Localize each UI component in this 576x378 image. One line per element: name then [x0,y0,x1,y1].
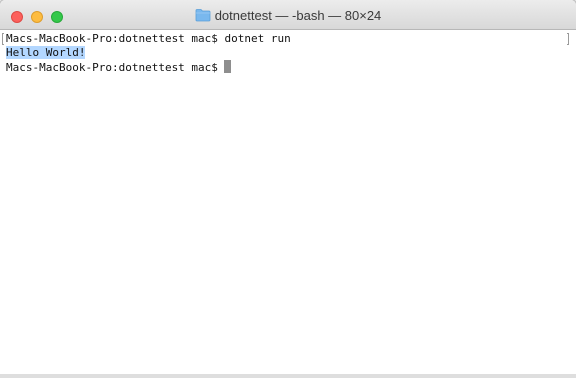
terminal-output[interactable]: Macs-MacBook-Pro:dotnettest mac$ dotnet … [0,31,576,376]
title-bar[interactable]: dotnettest — -bash — 80×24 [0,0,576,30]
prompt-text: Macs-MacBook-Pro:dotnettest mac$ [6,61,218,74]
line-mark-right [567,33,569,45]
terminal-line-output: Hello World! [6,46,86,60]
text-cursor [223,60,231,73]
selected-text[interactable]: Hello World! [6,46,86,59]
line-mark-left [2,33,4,45]
window-bottom-edge [0,374,576,378]
terminal-window: dotnettest — -bash — 80×24 Macs-MacBook-… [0,0,576,376]
folder-icon [195,8,211,27]
terminal-line-command: Macs-MacBook-Pro:dotnettest mac$ dotnet … [6,32,291,45]
terminal-line-prompt: Macs-MacBook-Pro:dotnettest mac$ [6,60,231,74]
window-title: dotnettest — -bash — 80×24 [0,7,576,25]
window-title-text: dotnettest — -bash — 80×24 [214,8,382,23]
